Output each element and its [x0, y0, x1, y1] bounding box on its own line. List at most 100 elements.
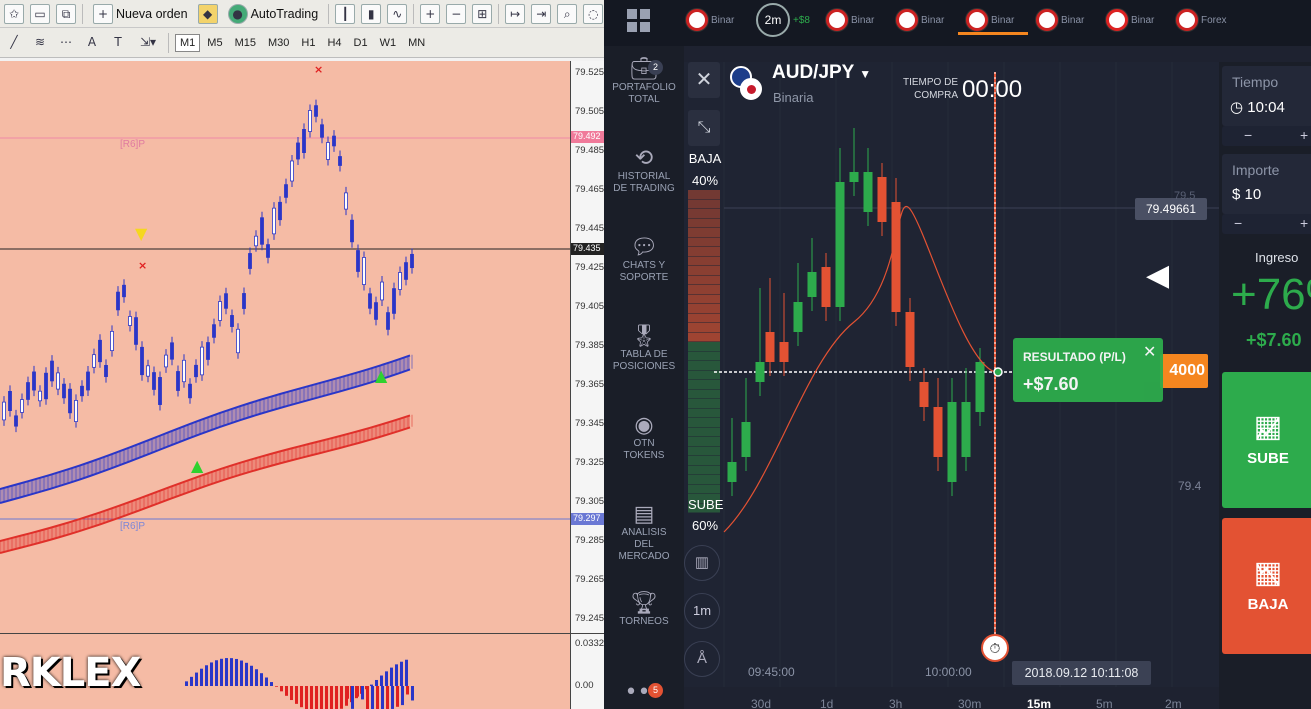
- timeframe-d1[interactable]: D1: [349, 34, 373, 52]
- amount-minus-button[interactable]: −: [1234, 215, 1242, 231]
- timeframe-m15[interactable]: M15: [230, 34, 261, 52]
- window-icon[interactable]: ▭: [30, 3, 50, 24]
- candle: [727, 462, 737, 482]
- candle: [821, 267, 831, 307]
- text-label-icon[interactable]: T: [108, 33, 128, 53]
- new-order-label: Nueva orden: [116, 6, 188, 21]
- time-minus-button[interactable]: −: [1244, 127, 1252, 143]
- timer-icon: 2m: [756, 3, 790, 37]
- close-result-button[interactable]: ✕: [1143, 342, 1156, 362]
- sidebar-item-torneos[interactable]: 🏆︎ TORNEOS: [604, 593, 684, 628]
- timeframe-w1[interactable]: W1: [375, 34, 402, 52]
- toolbar-separator: [413, 3, 415, 24]
- price-scale-label: 79.445: [575, 223, 605, 234]
- timeframe-m5[interactable]: M5: [202, 34, 227, 52]
- asset-tab[interactable]: Binar: [826, 2, 888, 38]
- asset-tab[interactable]: Binar: [1106, 2, 1168, 38]
- asset-tab[interactable]: Binar: [686, 2, 748, 38]
- price-scale-label: 79.505: [575, 106, 605, 117]
- chart-type-button[interactable]: ▥: [684, 545, 720, 581]
- price-scale-label: 79.405: [575, 301, 605, 312]
- candle: [961, 402, 971, 457]
- cross-marker: ×: [138, 259, 147, 272]
- sidebar-item-more[interactable]: ••• 5: [604, 682, 684, 705]
- apps-grid-icon[interactable]: [626, 8, 652, 34]
- sidebar-item-label: CHATS Y SOPORTE: [619, 260, 669, 283]
- folder-icon[interactable]: ✩: [4, 3, 24, 24]
- active-tab-indicator: [958, 32, 1028, 35]
- down-button[interactable]: 📉︎ BAJA: [1222, 518, 1311, 654]
- asset-tab[interactable]: 2m +$8: [756, 2, 818, 38]
- chart-shift-icon[interactable]: ⇥: [531, 3, 552, 24]
- candle: [933, 407, 943, 457]
- line-tool-icon[interactable]: ╱: [4, 33, 24, 53]
- asset-selector[interactable]: AUD/JPY ▼: [772, 62, 871, 84]
- autoscroll-icon[interactable]: ↦: [505, 3, 526, 24]
- candle: [849, 172, 859, 182]
- new-order-button[interactable]: + Nueva orden: [89, 3, 192, 25]
- zoom-out-icon[interactable]: −: [446, 3, 467, 24]
- time-value: 10:04: [1247, 99, 1285, 116]
- collapse-button[interactable]: ⤡: [688, 110, 720, 146]
- expert-icon[interactable]: ◆: [197, 3, 218, 24]
- sidebar-item-tabla[interactable]: 🎖︎ TABLA DE POSICIONES: [604, 326, 684, 373]
- arrows-dropdown-icon[interactable]: ⇲▾: [134, 33, 162, 53]
- time-plus-button[interactable]: +: [1300, 127, 1308, 143]
- mt4-price-scale: 79.525 79.505 79.485 79.465 79.445 79.425 79.4…: [570, 61, 604, 633]
- sidebar-item-chats[interactable]: 💬︎ CHATS Y SOPORTE: [604, 237, 684, 284]
- candles-icon: ▥: [694, 554, 710, 571]
- sidebar-item-portafolio[interactable]: 💼︎ 2 PORTAFOLIO TOTAL: [604, 59, 684, 106]
- mt4-chart-area[interactable]: ▼ ▲ ▲ × × [R6]P [R6]P: [0, 61, 570, 633]
- sidebar-item-label: OTN TOKENS: [623, 438, 665, 461]
- expiry-time-field[interactable]: Tiempo ◷ 10:04: [1222, 66, 1311, 126]
- asset-tab[interactable]: Forex: [1176, 2, 1238, 38]
- close-chart-button[interactable]: ✕: [688, 62, 720, 98]
- grid-icon[interactable]: ⋯: [56, 33, 76, 53]
- chat-bubble-icon[interactable]: ◌: [583, 3, 604, 24]
- timeframe-15m[interactable]: 15m: [1027, 697, 1051, 709]
- candle: [975, 362, 985, 412]
- timeframe-h4[interactable]: H4: [322, 34, 346, 52]
- news-icon: ▤: [633, 502, 655, 527]
- timeframe-2m[interactable]: 2m: [1165, 697, 1182, 709]
- price-scale-label: 79.465: [575, 184, 605, 195]
- asset-type: Binaria: [773, 90, 814, 105]
- line-chart-icon[interactable]: ∿: [387, 3, 408, 24]
- sidebar-item-analisis[interactable]: ▤ ANALISIS DEL MERCADO: [604, 502, 684, 563]
- asset-tab[interactable]: Binar: [896, 2, 958, 38]
- income-pct: +76%: [1231, 270, 1311, 319]
- tile-icon[interactable]: ⊞: [472, 3, 493, 24]
- fibo-icon[interactable]: ≋: [30, 33, 50, 53]
- bar-chart-icon[interactable]: ┃: [335, 3, 356, 24]
- sidebar-item-historial[interactable]: ⟲ HISTORIAL DE TRADING: [604, 148, 684, 195]
- purchase-time-label: TIEMPO DE COMPRA: [902, 77, 958, 101]
- timeframe-30d[interactable]: 30d: [751, 697, 771, 709]
- zoom-window-icon[interactable]: ⧉: [56, 3, 76, 24]
- zoom-in-icon[interactable]: +: [420, 3, 441, 24]
- candle-interval-button[interactable]: 1m: [684, 593, 720, 629]
- text-icon[interactable]: A: [82, 33, 102, 53]
- timeframe-m30[interactable]: M30: [263, 34, 294, 52]
- timeframe-m1[interactable]: M1: [175, 33, 201, 52]
- sidebar-item-label: TORNEOS: [619, 616, 669, 627]
- asset-tab[interactable]: Binar: [1036, 2, 1098, 38]
- amount-plus-button[interactable]: +: [1300, 215, 1308, 231]
- timeframe-30m[interactable]: 30m: [958, 697, 981, 709]
- timeframe-3h[interactable]: 3h: [889, 697, 902, 709]
- drawing-tools-button[interactable]: Å: [684, 641, 720, 677]
- timeframe-mn[interactable]: MN: [403, 34, 430, 52]
- timeframe-h1[interactable]: H1: [296, 34, 320, 52]
- price-tag-current: 79.435: [571, 243, 604, 255]
- up-button[interactable]: 📈︎ SUBE: [1222, 372, 1311, 508]
- price-scale-label: 79.365: [575, 379, 605, 390]
- candle: [755, 362, 765, 382]
- candle-chart-icon[interactable]: ▮: [361, 3, 382, 24]
- sidebar-item-otn[interactable]: ◉ OTN TOKENS: [604, 415, 684, 462]
- tab-label: Binar: [1131, 14, 1155, 26]
- timeframe-1d[interactable]: 1d: [820, 697, 833, 709]
- search-icon[interactable]: ⌕: [557, 3, 578, 24]
- amount-field[interactable]: Importe $ 10: [1222, 154, 1311, 214]
- autotrading-button[interactable]: ● AutoTrading: [224, 3, 323, 25]
- timeframe-5m[interactable]: 5m: [1096, 697, 1113, 709]
- result-popup: RESULTADO (P/L) +$7.60 ✕: [1013, 338, 1163, 402]
